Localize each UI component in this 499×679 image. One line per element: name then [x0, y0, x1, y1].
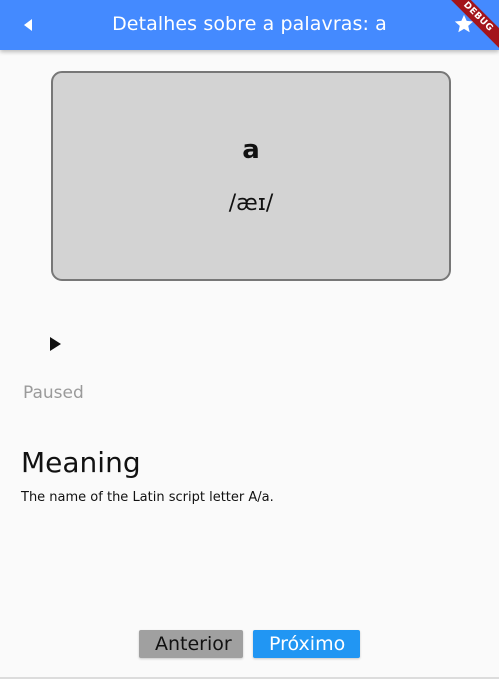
meaning-heading: Meaning — [21, 446, 141, 479]
app-bar: Detalhes sobre a palavras: a DEBUG — [0, 0, 499, 50]
navigation-buttons: Anterior Próximo — [0, 630, 499, 658]
back-button[interactable] — [14, 11, 42, 39]
playback-status: Paused — [23, 383, 84, 403]
previous-button[interactable]: Anterior — [139, 630, 243, 658]
phonetic-text: /æɪ/ — [228, 191, 274, 216]
play-button[interactable] — [41, 330, 69, 358]
next-button[interactable]: Próximo — [253, 630, 360, 658]
back-arrow-icon — [24, 19, 32, 31]
word-text: a — [242, 135, 260, 165]
word-card: a /æɪ/ — [51, 71, 451, 281]
meaning-text: The name of the Latin script letter A/a. — [21, 490, 274, 505]
play-icon — [50, 337, 61, 351]
page-title: Detalhes sobre a palavras: a — [112, 13, 387, 35]
